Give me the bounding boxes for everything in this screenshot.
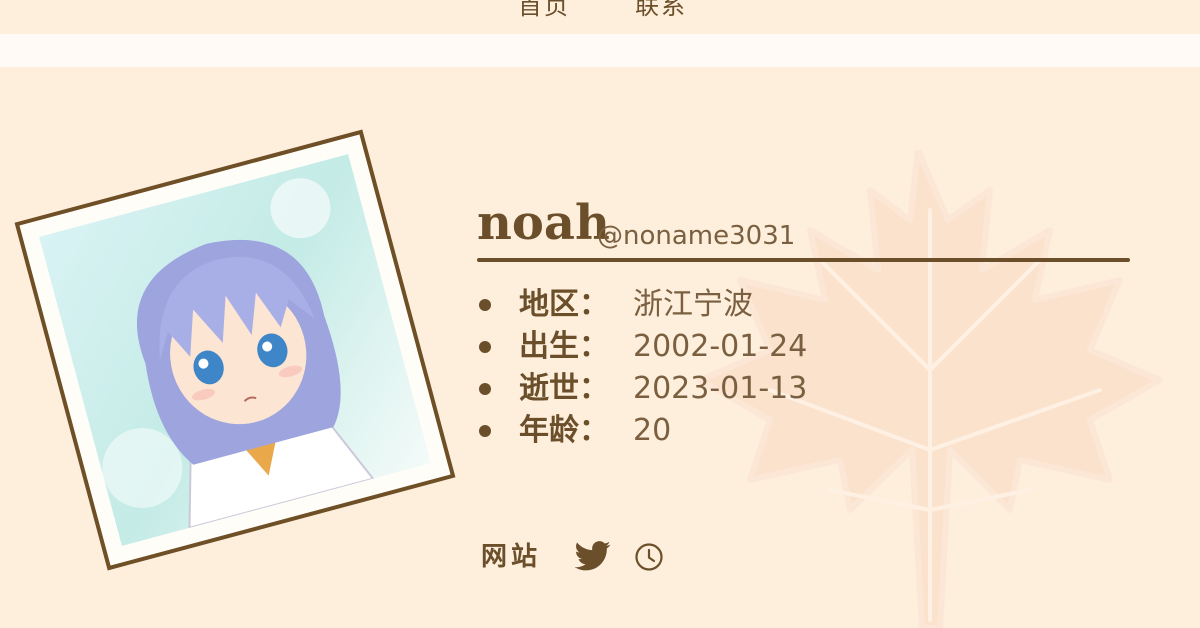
display-name: noah — [477, 195, 610, 251]
info-label: 出生： — [519, 329, 609, 364]
top-navigation: 首页 联系 — [0, 0, 1200, 34]
info-value: 2002-01-24 — [633, 329, 808, 364]
info-value: 2023-01-13 — [633, 371, 808, 406]
info-value: 20 — [633, 413, 672, 448]
info-label: 年龄： — [519, 413, 609, 448]
bullet-icon — [479, 341, 491, 353]
bullet-icon — [479, 425, 491, 437]
twitter-icon[interactable] — [575, 540, 611, 572]
nav-contact-link[interactable]: 联系 — [635, 0, 687, 21]
profile-header: noah @noname3031 — [477, 190, 1132, 260]
info-label: 逝世： — [519, 371, 609, 406]
info-value: 浙江宁波 — [633, 287, 753, 322]
avatar-photo — [14, 129, 456, 571]
clock-icon[interactable] — [634, 542, 664, 572]
name-row: noah @noname3031 — [477, 190, 1132, 260]
nav-divider-band — [0, 34, 1200, 67]
nav-home-link[interactable]: 首页 — [518, 0, 570, 21]
website-link[interactable]: 网站 — [481, 538, 541, 576]
bullet-icon — [479, 383, 491, 395]
profile-page: 首页 联系 noah @noname3031 地区： 浙江宁波 出生： 2002… — [0, 0, 1200, 628]
header-divider — [477, 258, 1130, 262]
bullet-icon — [479, 299, 491, 311]
info-label: 地区： — [519, 287, 609, 322]
user-handle: @noname3031 — [597, 221, 796, 251]
avatar-illustration — [39, 154, 431, 546]
